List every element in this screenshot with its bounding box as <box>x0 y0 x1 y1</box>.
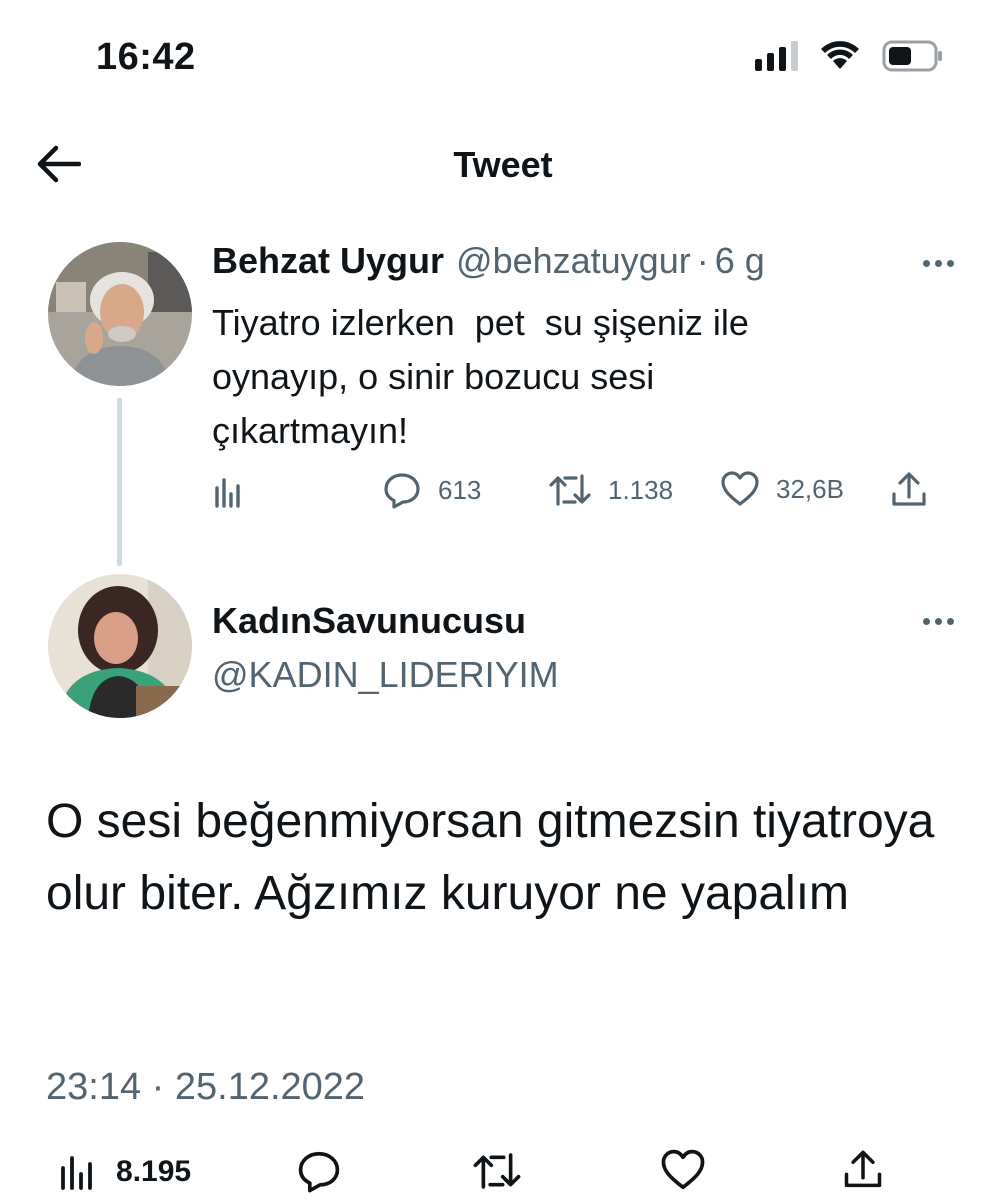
parent-tweet-age[interactable]: 6 g <box>715 240 765 282</box>
parent-tweet-text: Tiyatro izlerken pet su şişeniz ile oyna… <box>212 302 749 451</box>
parent-author-name[interactable]: Behzat Uygur <box>212 240 444 282</box>
reply-tweet-text: O sesi beğenmiyorsan gitmezsin tiyatroya… <box>46 795 935 920</box>
reply-share-button[interactable] <box>842 1148 884 1192</box>
reply-tweet-actions: 8.195 <box>46 1148 946 1200</box>
parent-retweet-count: 1.138 <box>608 474 674 505</box>
more-dot <box>946 617 954 625</box>
status-icons <box>755 40 944 72</box>
share-icon <box>844 1150 882 1188</box>
parent-more-button[interactable] <box>916 248 960 278</box>
parent-share-button[interactable] <box>890 470 928 510</box>
parent-reply-count: 613 <box>438 474 482 505</box>
wifi-icon <box>820 41 860 71</box>
reply-icon <box>298 1151 340 1193</box>
parent-like-count: 32,6B <box>776 473 844 504</box>
reply-views-count: 8.195 <box>116 1155 192 1188</box>
reply-views-button[interactable]: 8.195 <box>58 1152 191 1192</box>
cellular-signal-icon <box>755 41 798 71</box>
reply-author-handle[interactable]: @KADIN_LIDERIYIM <box>212 654 559 696</box>
status-time: 16:42 <box>96 36 196 78</box>
parent-author-avatar[interactable] <box>48 242 192 386</box>
status-bar: 16:42 <box>0 0 1006 110</box>
more-dot <box>922 617 930 625</box>
more-dot <box>934 259 942 267</box>
reply-retweet-button[interactable] <box>472 1148 522 1194</box>
parent-author-handle[interactable]: @behzatuygur <box>456 240 691 282</box>
parent-reply-button[interactable]: 613 <box>382 470 481 510</box>
analytics-icon <box>61 1156 92 1190</box>
reply-reply-button[interactable] <box>296 1148 342 1194</box>
thread-connector-line <box>117 398 122 566</box>
more-dot <box>922 259 930 267</box>
reply-icon <box>384 473 420 509</box>
reply-more-button[interactable] <box>916 606 960 636</box>
parent-retweet-button[interactable]: 1.138 <box>548 470 673 510</box>
page-title: Tweet <box>453 144 553 185</box>
parent-analytics-button[interactable] <box>212 476 246 510</box>
heart-icon <box>721 471 759 506</box>
parent-tweet-header: Behzat Uygur @behzatuygur · 6 g <box>212 240 765 282</box>
heart-icon <box>661 1149 705 1190</box>
top-bar: Tweet <box>0 120 1006 210</box>
reply-author-name[interactable]: KadınSavunucusu <box>212 600 526 642</box>
more-dot <box>946 259 954 267</box>
more-dot <box>934 617 942 625</box>
reply-like-button[interactable] <box>660 1148 706 1192</box>
retweet-icon <box>549 474 591 506</box>
parent-like-button[interactable]: 32,6B <box>720 470 844 508</box>
reply-timestamp[interactable]: 23:14 · 25.12.2022 <box>46 1066 365 1109</box>
analytics-icon <box>215 478 240 508</box>
share-icon <box>892 472 926 506</box>
header-separator: · <box>696 240 709 281</box>
parent-tweet-actions: 613 1.138 32,6B <box>212 470 932 520</box>
battery-icon <box>882 40 944 72</box>
retweet-icon <box>473 1153 521 1189</box>
reply-author-avatar[interactable] <box>48 574 192 718</box>
